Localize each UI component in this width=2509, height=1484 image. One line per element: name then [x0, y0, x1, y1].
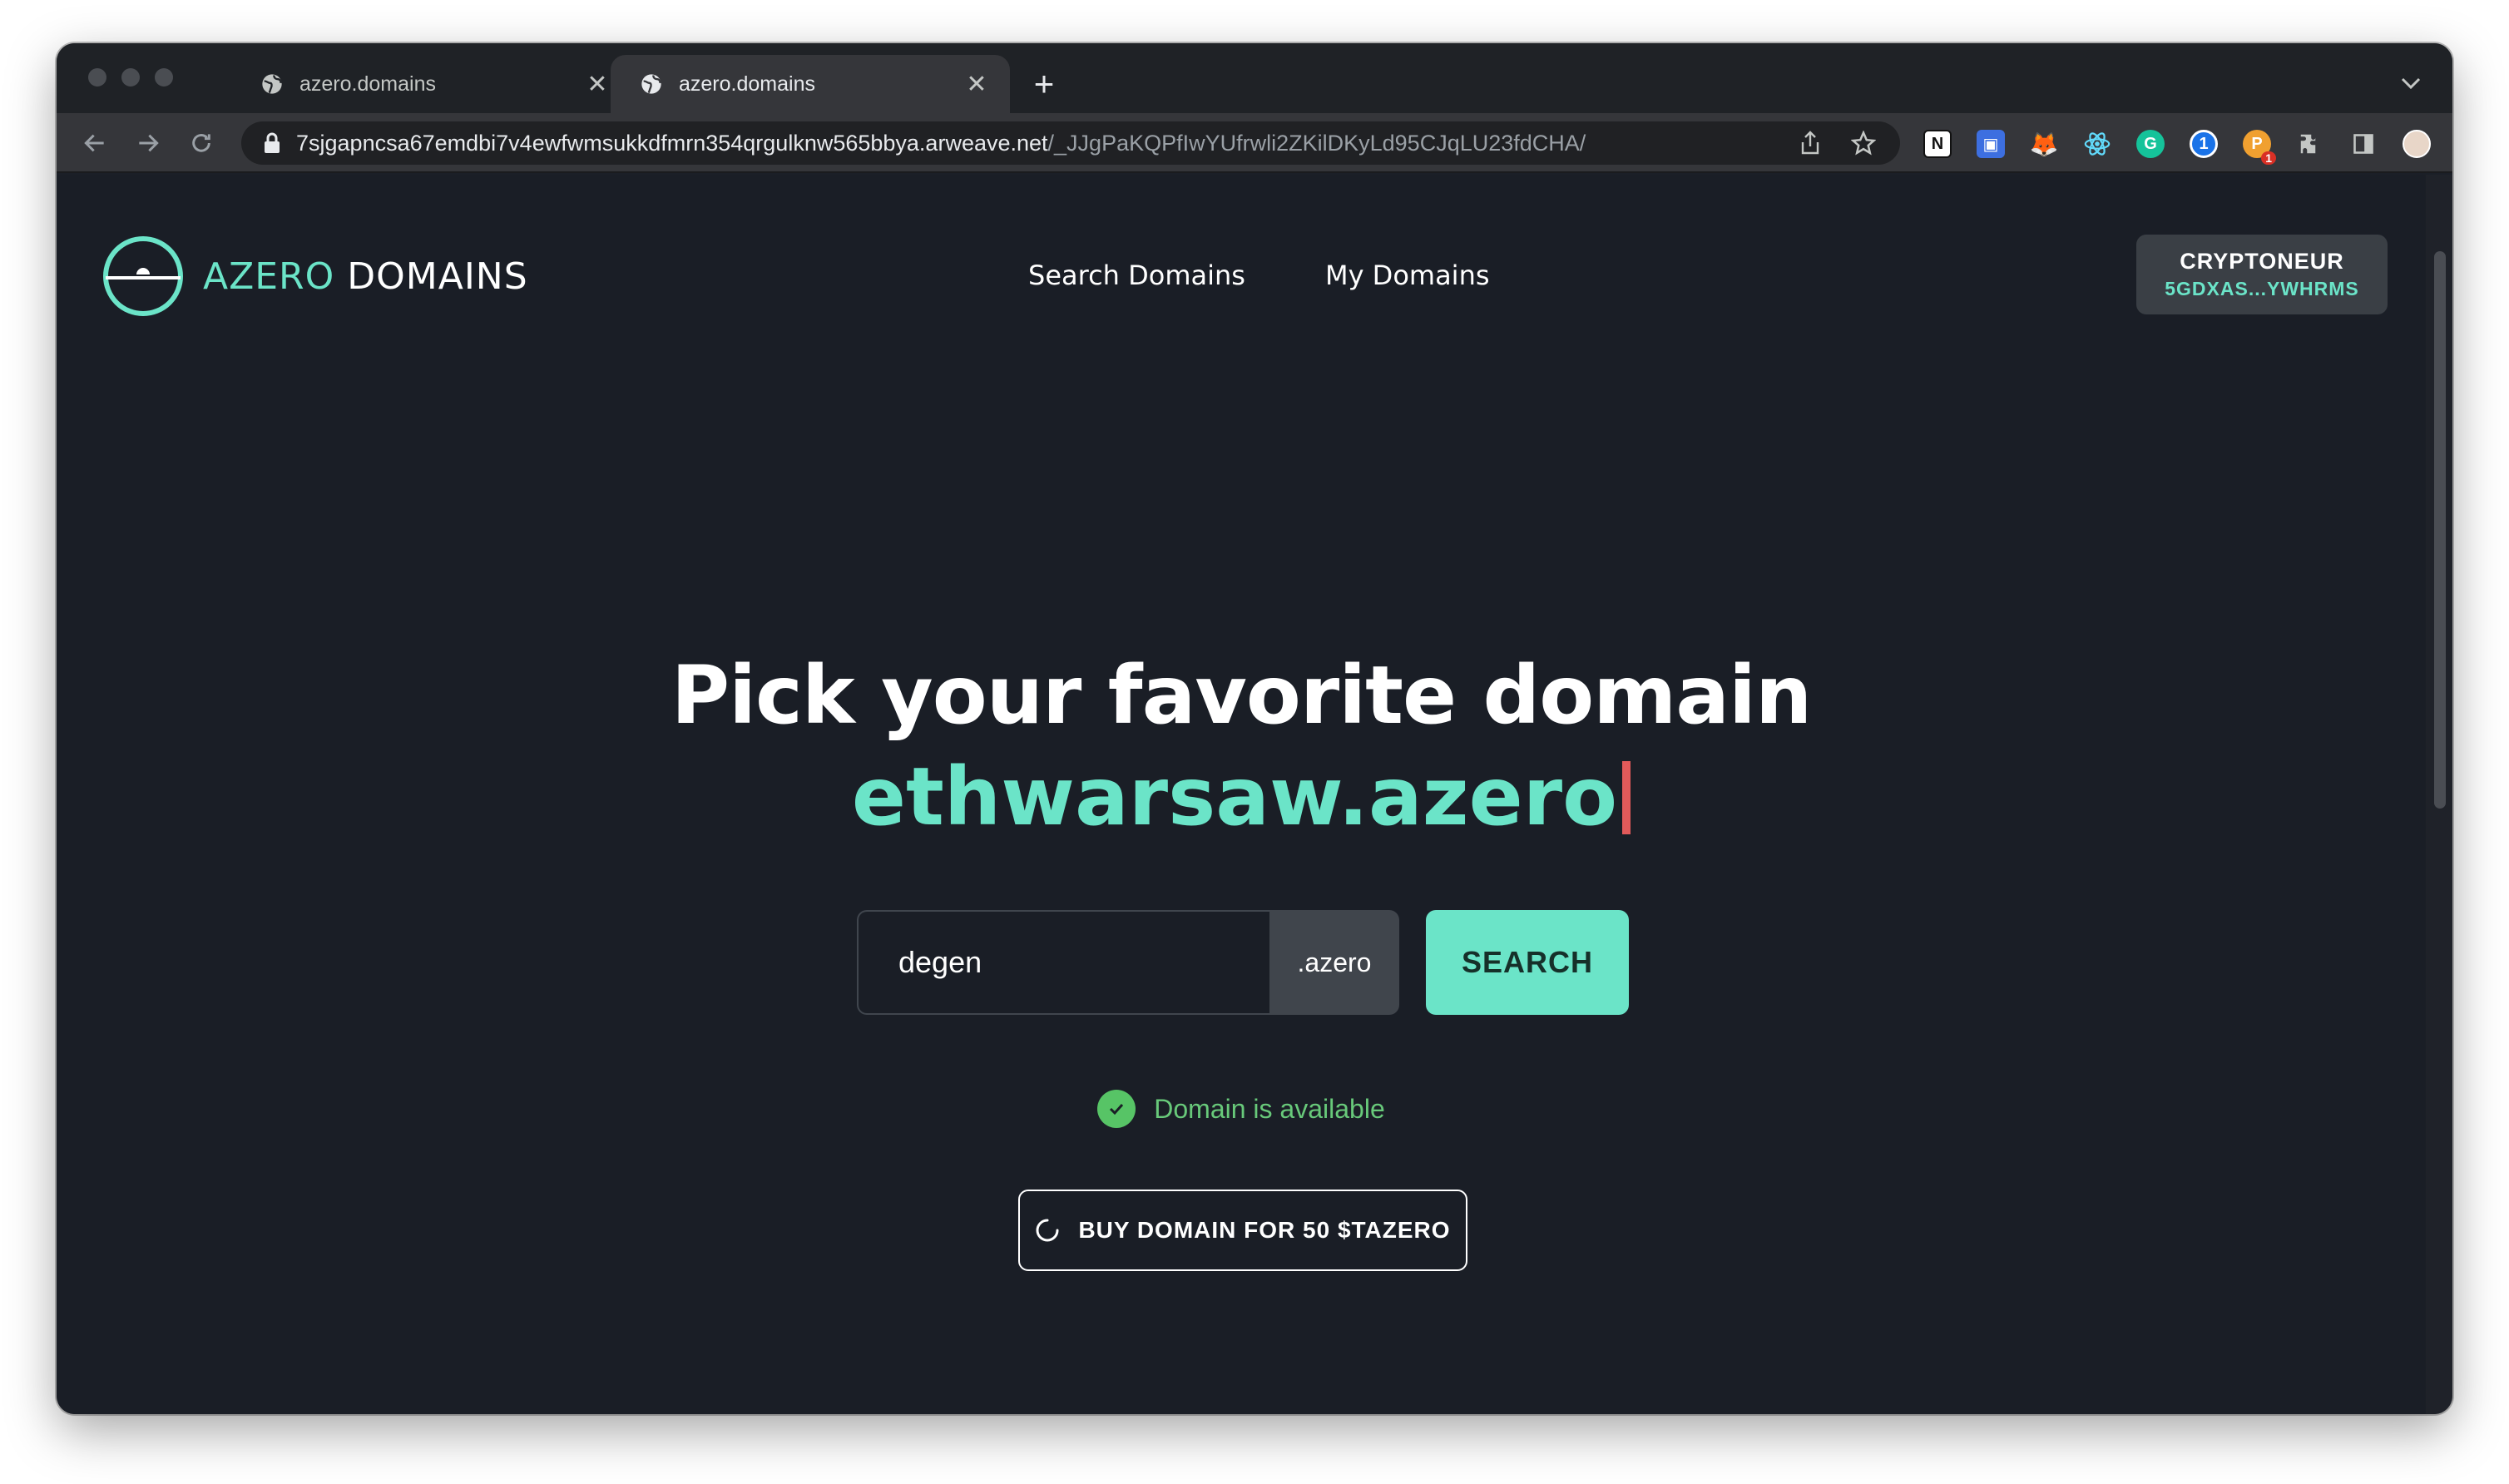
translate-extension-icon[interactable]: ▣	[1977, 130, 2005, 158]
side-panel-icon[interactable]	[2349, 130, 2378, 158]
globe-icon	[639, 72, 664, 96]
tab-strip: azero.domains ✕ azero.domains ✕ +	[57, 43, 2452, 113]
nav-search-domains[interactable]: Search Domains	[1028, 260, 1245, 291]
check-circle-icon	[1097, 1090, 1136, 1128]
lock-icon[interactable]	[263, 132, 281, 154]
logo-text: AZERO DOMAINS	[203, 255, 528, 298]
availability-status: Domain is available	[57, 1090, 2426, 1128]
close-tab-icon[interactable]: ✕	[582, 69, 612, 99]
domain-search-input[interactable]	[857, 910, 1269, 1015]
typed-domain-text: ethwarsaw.azero	[851, 750, 1618, 843]
maximize-window-dot[interactable]	[155, 68, 173, 87]
domain-search-form: .azero SEARCH	[857, 910, 1629, 1015]
buy-domain-button[interactable]: BUY DOMAIN FOR 50 $TAZERO	[1018, 1190, 1467, 1271]
address-bar[interactable]: 7sjgapncsa67emdbi7v4ewfwmsukkdfmrn354qrg…	[241, 121, 1900, 165]
globe-icon	[260, 72, 285, 96]
page-scrollbar[interactable]	[2426, 175, 2452, 1414]
logo-secondary: DOMAINS	[347, 255, 528, 298]
grammarly-extension-icon[interactable]: G	[2136, 130, 2165, 158]
react-devtools-icon[interactable]	[2083, 130, 2111, 158]
site-logo[interactable]: AZERO DOMAINS	[101, 235, 528, 318]
forward-arrow-icon[interactable]	[131, 126, 165, 160]
hero-example-domain: ethwarsaw.azero	[57, 750, 2426, 843]
browser-window: azero.domains ✕ azero.domains ✕ + 7sjgap…	[57, 43, 2452, 1414]
polkadot-extension-icon[interactable]: P1	[2243, 130, 2276, 165]
chevron-down-icon[interactable]	[2394, 67, 2427, 100]
new-tab-button[interactable]: +	[1023, 63, 1065, 105]
nav-my-domains[interactable]: My Domains	[1325, 260, 1490, 291]
password-manager-icon[interactable]: 1	[2190, 130, 2218, 158]
azero-logo-icon	[103, 236, 183, 316]
browser-tab-2[interactable]: azero.domains ✕	[611, 55, 1010, 113]
browser-toolbar: 7sjgapncsa67emdbi7v4ewfwmsukkdfmrn354qrg…	[57, 113, 2452, 173]
availability-text: Domain is available	[1154, 1093, 1385, 1124]
account-address: 5GDXAS...YWHRMS	[2165, 278, 2359, 299]
main-nav: Search Domains My Domains	[1028, 260, 1490, 291]
account-name: CRYPTONEUR	[2180, 249, 2344, 274]
buy-domain-label: BUY DOMAIN FOR 50 $TAZERO	[1078, 1217, 1451, 1243]
scrollbar-thumb[interactable]	[2434, 251, 2446, 809]
reload-icon[interactable]	[185, 126, 218, 160]
hero-title: Pick your favorite domain	[671, 649, 1813, 742]
tab-title: azero.domains	[299, 72, 436, 96]
loading-spinner-icon	[1035, 1218, 1060, 1243]
puzzle-extensions-icon[interactable]	[2296, 130, 2324, 158]
browser-tab-1[interactable]: azero.domains ✕	[231, 55, 631, 113]
back-arrow-icon[interactable]	[78, 126, 111, 160]
logo-primary: AZERO	[203, 255, 335, 298]
metamask-extension-icon[interactable]: 🦊	[2030, 130, 2059, 158]
search-button[interactable]: SEARCH	[1426, 910, 1629, 1015]
notion-extension-icon[interactable]: N	[1923, 130, 1952, 158]
window-controls	[88, 68, 173, 87]
profile-avatar[interactable]	[2403, 130, 2431, 158]
page-content: AZERO DOMAINS Search Domains My Domains …	[57, 175, 2426, 1414]
account-button[interactable]: CRYPTONEUR 5GDXAS...YWHRMS	[2136, 235, 2388, 314]
tab-title: azero.domains	[679, 72, 815, 96]
bookmark-star-icon[interactable]	[1847, 126, 1880, 160]
url-text: 7sjgapncsa67emdbi7v4ewfwmsukkdfmrn354qrg…	[296, 131, 1794, 156]
share-icon[interactable]	[1794, 126, 1827, 160]
close-tab-icon[interactable]: ✕	[962, 69, 992, 99]
close-window-dot[interactable]	[88, 68, 106, 87]
domain-suffix: .azero	[1269, 910, 1399, 1015]
url-path: /_JJgPaKQPfIwYUfrwli2ZKilDKyLd95CJqLU23f…	[1047, 130, 1586, 156]
extension-badge: 1	[2261, 151, 2276, 165]
typing-caret	[1622, 761, 1631, 834]
minimize-window-dot[interactable]	[121, 68, 140, 87]
url-host: 7sjgapncsa67emdbi7v4ewfwmsukkdfmrn354qrg…	[296, 130, 1048, 156]
